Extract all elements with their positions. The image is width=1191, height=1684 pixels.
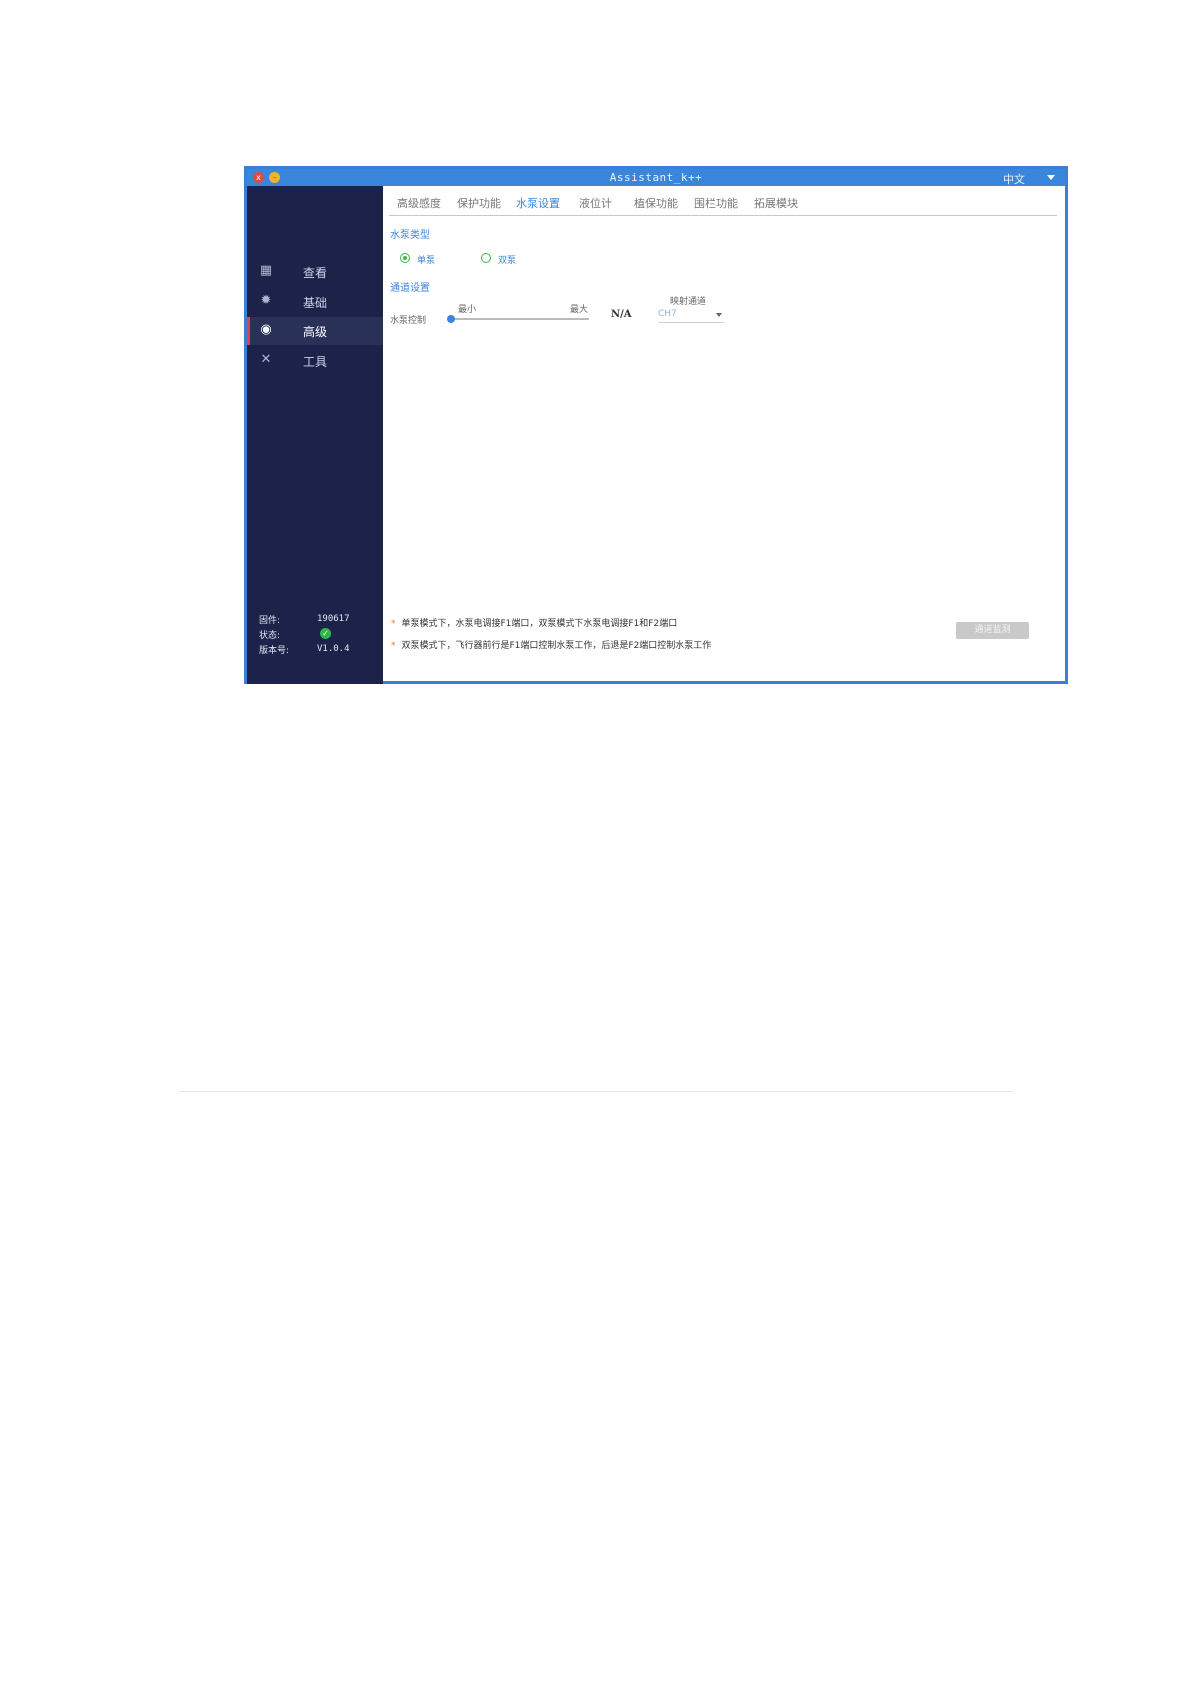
tab-advanced-sensitivity[interactable]: 高级感度 <box>397 195 441 211</box>
bullet-icon: * <box>391 619 396 629</box>
pump-slider-handle[interactable] <box>447 315 455 323</box>
tab-level-gauge[interactable]: 液位计 <box>579 195 612 211</box>
double-pump-label[interactable]: 双泵 <box>498 253 516 266</box>
status-label: 状态: <box>259 631 281 641</box>
firmware-label: 固件: <box>259 616 281 626</box>
pump-value-display: N/A <box>611 309 632 320</box>
tab-plant-protection[interactable]: 植保功能 <box>634 195 678 211</box>
mapping-channel-select[interactable]: CH7 <box>658 309 724 323</box>
note-text: 双泵模式下，飞行器前行是F1端口控制水泵工作，后退是F2端口控制水泵工作 <box>401 641 712 651</box>
note-item: * 双泵模式下，飞行器前行是F1端口控制水泵工作，后退是F2端口控制水泵工作 <box>391 638 711 651</box>
tab-pump-settings[interactable]: 水泵设置 <box>516 195 560 211</box>
app-window: x – Assistant_k++ 中文 ▦ 查看 ✹ 基础 ◉ 高级 ✕ 工具… <box>244 166 1068 684</box>
sidebar-item-label: 查看 <box>303 266 328 280</box>
pump-type-title: 水泵类型 <box>390 230 430 241</box>
window-title: Assistant_k++ <box>609 171 703 184</box>
chevron-down-icon[interactable] <box>1047 175 1055 180</box>
tools-icon: ✕ <box>260 352 272 367</box>
gear-icon: ✹ <box>260 293 272 308</box>
sidebar-item-tools[interactable]: ✕ 工具 <box>247 347 383 375</box>
tab-divider <box>389 215 1057 216</box>
page-divider <box>180 1091 1014 1092</box>
sidebar-item-label: 工具 <box>303 355 328 369</box>
version-label: 版本号: <box>259 646 290 656</box>
tab-fence[interactable]: 围栏功能 <box>694 195 738 211</box>
language-select[interactable]: 中文 <box>1003 171 1025 187</box>
slider-max-label: 最大 <box>570 305 589 315</box>
chevron-down-icon <box>716 313 722 317</box>
version-value: V1.0.4 <box>317 644 350 654</box>
note-item: * 单泵模式下，水泵电调接F1端口，双泵模式下水泵电调接F1和F2端口 <box>391 616 677 629</box>
double-pump-radio[interactable] <box>481 253 491 263</box>
shield-icon: ◉ <box>260 322 272 337</box>
slider-min-label: 最小 <box>458 305 477 315</box>
mapping-channel-label: 映射通道 <box>670 297 707 307</box>
tab-bar: 高级感度 保护功能 水泵设置 液位计 植保功能 围栏功能 拓展模块 <box>383 186 1065 216</box>
pump-slider-track[interactable] <box>449 318 589 320</box>
tab-extension-module[interactable]: 拓展模块 <box>754 195 798 211</box>
single-pump-label[interactable]: 单泵 <box>417 253 435 266</box>
sidebar-item-advanced[interactable]: ◉ 高级 <box>247 317 383 345</box>
check-icon: ✓ <box>320 628 331 639</box>
sidebar-item-label: 基础 <box>303 296 328 310</box>
sidebar-item-basic[interactable]: ✹ 基础 <box>247 288 383 316</box>
tab-protection[interactable]: 保护功能 <box>457 195 501 211</box>
sidebar-item-label: 高级 <box>303 325 328 339</box>
channel-settings-title: 通道设置 <box>390 283 430 294</box>
title-bar: x – Assistant_k++ 中文 <box>247 169 1065 186</box>
note-text: 单泵模式下，水泵电调接F1端口，双泵模式下水泵电调接F1和F2端口 <box>401 619 678 629</box>
mapping-channel-value: CH7 <box>658 309 677 319</box>
bullet-icon: * <box>391 641 396 651</box>
sidebar-item-view[interactable]: ▦ 查看 <box>247 258 383 286</box>
channel-monitor-button[interactable]: 通道监测 <box>956 622 1029 639</box>
firmware-value: 190617 <box>317 614 350 624</box>
grid-icon: ▦ <box>259 263 273 278</box>
sidebar: ▦ 查看 ✹ 基础 ◉ 高级 ✕ 工具 固件: 190617 状态: ✓ 版本号… <box>247 186 383 684</box>
pump-control-label: 水泵控制 <box>390 316 427 326</box>
single-pump-radio[interactable] <box>400 253 410 263</box>
